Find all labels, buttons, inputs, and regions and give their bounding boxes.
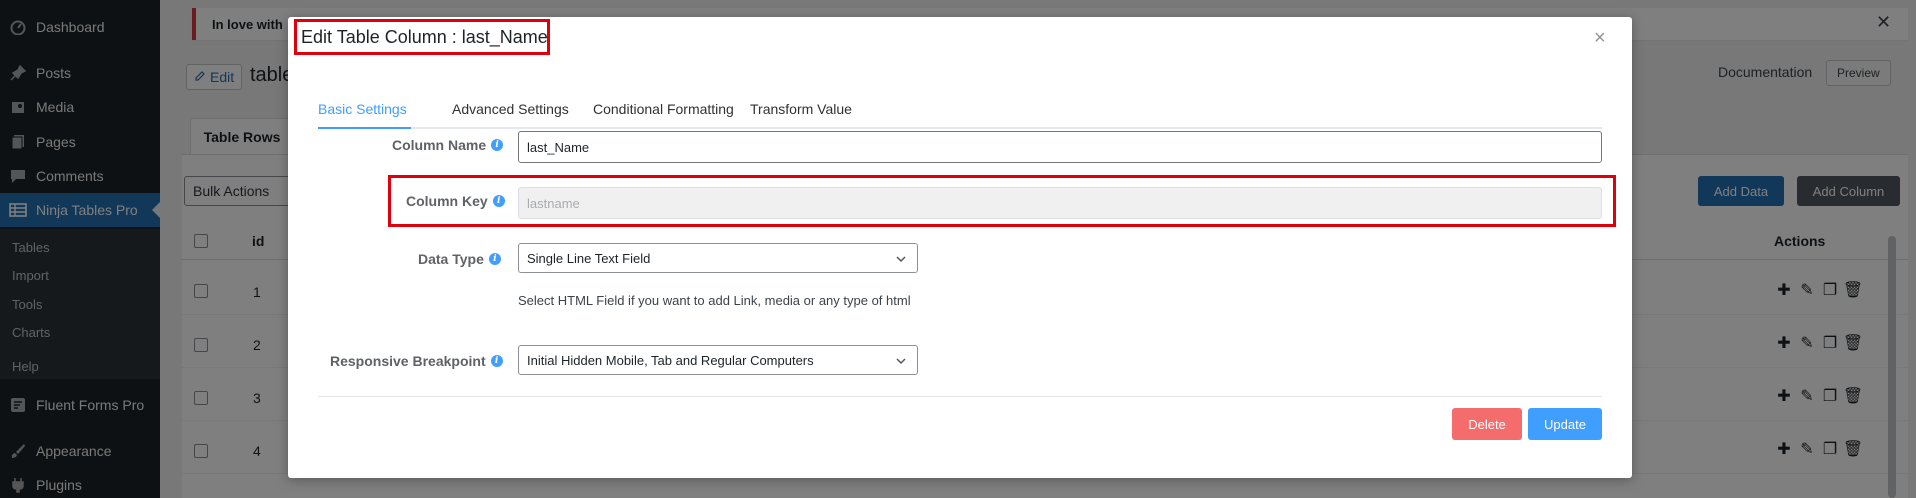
modal-footer-divider bbox=[318, 396, 1602, 397]
active-tab-indicator bbox=[318, 127, 411, 129]
data-type-label: Data Type i bbox=[418, 251, 501, 267]
column-name-label: Column Name i bbox=[392, 137, 504, 153]
data-type-value: Single Line Text Field bbox=[527, 250, 651, 266]
info-icon[interactable]: i bbox=[491, 139, 504, 151]
column-key-label: Column Key i bbox=[406, 193, 505, 209]
info-icon[interactable]: i bbox=[488, 253, 501, 265]
delete-button[interactable]: Delete bbox=[1452, 408, 1522, 440]
chevron-down-icon bbox=[895, 354, 907, 369]
data-type-label-text: Data Type bbox=[418, 251, 484, 267]
tab-basic-settings[interactable]: Basic Settings bbox=[318, 101, 407, 117]
responsive-breakpoint-label-text: Responsive Breakpoint bbox=[330, 353, 486, 369]
tab-advanced-settings[interactable]: Advanced Settings bbox=[452, 101, 569, 117]
chevron-down-icon bbox=[895, 252, 907, 267]
data-type-select[interactable]: Single Line Text Field bbox=[518, 243, 918, 273]
column-key-input: lastname bbox=[518, 187, 1602, 219]
modal-title-highlight: Edit Table Column : last_Name bbox=[294, 19, 550, 55]
info-icon[interactable]: i bbox=[492, 195, 505, 207]
info-icon[interactable]: i bbox=[490, 355, 503, 367]
column-name-input[interactable]: last_Name bbox=[518, 131, 1602, 163]
update-button[interactable]: Update bbox=[1528, 408, 1602, 440]
edit-column-modal: Edit Table Column : last_Name × Basic Se… bbox=[288, 17, 1632, 478]
column-name-label-text: Column Name bbox=[392, 137, 487, 153]
responsive-breakpoint-value: Initial Hidden Mobile, Tab and Regular C… bbox=[527, 352, 814, 368]
data-type-help-text: Select HTML Field if you want to add Lin… bbox=[518, 293, 911, 308]
tab-transform-value[interactable]: Transform Value bbox=[750, 101, 852, 117]
responsive-breakpoint-label: Responsive Breakpoint i bbox=[330, 353, 503, 369]
responsive-breakpoint-select[interactable]: Initial Hidden Mobile, Tab and Regular C… bbox=[518, 345, 918, 375]
column-key-label-text: Column Key bbox=[406, 193, 488, 209]
tab-conditional-formatting[interactable]: Conditional Formatting bbox=[593, 101, 734, 117]
close-icon[interactable]: × bbox=[1594, 27, 1606, 50]
modal-title: Edit Table Column : last_Name bbox=[301, 26, 548, 47]
modal-tabs: Basic Settings Advanced Settings Conditi… bbox=[318, 63, 1602, 129]
